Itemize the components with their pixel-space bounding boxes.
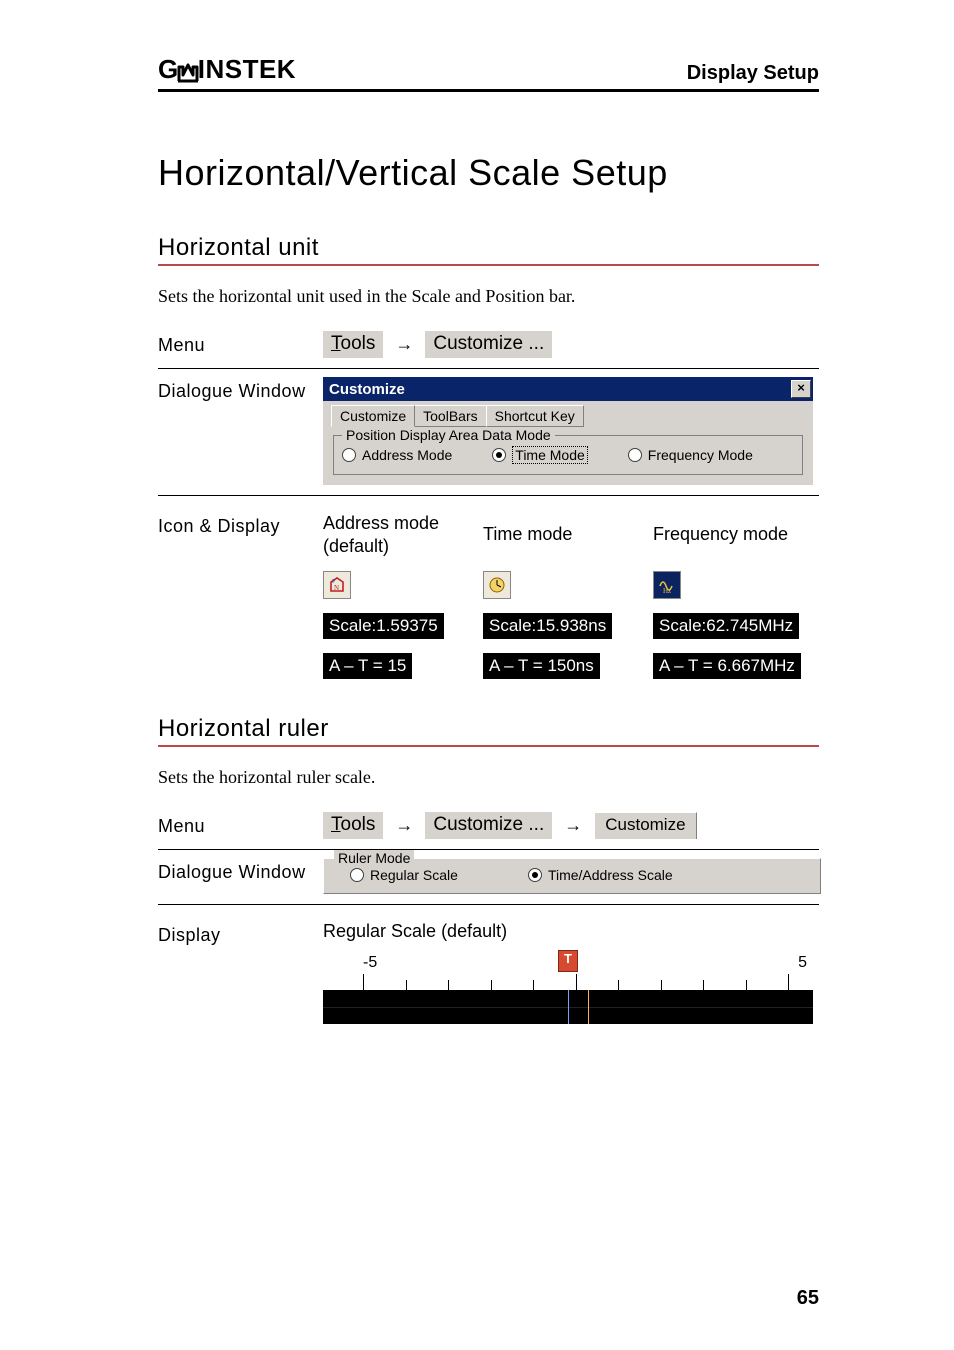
page-header: G INSTEK Display Setup: [158, 54, 819, 92]
dialog-title-text: Customize: [329, 381, 405, 398]
scale-value-address: Scale:1.59375: [323, 613, 444, 639]
radio-icon: [628, 448, 642, 462]
scale-value-time: Scale:15.938ns: [483, 613, 612, 639]
label-dialogue-window: Dialogue Window: [158, 858, 323, 883]
col-time-mode: Time mode: [483, 523, 653, 546]
svg-text:N: N: [334, 584, 339, 592]
label-menu: Menu: [158, 331, 323, 356]
at-value-address: A – T = 15: [323, 653, 412, 679]
heading-horizontal-unit: Horizontal unit: [158, 234, 819, 266]
menu-item-customize[interactable]: Customize ...: [425, 812, 552, 839]
page-title: Horizontal/Vertical Scale Setup: [158, 152, 819, 194]
radio-icon: [342, 448, 356, 462]
ruler-ticks: [323, 972, 813, 990]
close-icon[interactable]: ×: [791, 380, 811, 398]
intro-horizontal-unit: Sets the horizontal unit used in the Sca…: [158, 286, 819, 307]
brand-text: INSTEK: [198, 54, 296, 85]
radio-time-address-scale[interactable]: Time/Address Scale: [528, 867, 673, 883]
section-title: Display Setup: [687, 62, 819, 85]
arrow-icon: →: [395, 334, 413, 355]
ruler-mode-groupbox: Ruler Mode Regular Scale Time/Address Sc…: [323, 858, 821, 894]
time-mode-icon: [483, 571, 511, 599]
display-mode-text: Regular Scale (default): [323, 921, 819, 942]
col-address-mode: Address mode (default): [323, 512, 483, 557]
at-value-frequency: A – T = 6.667MHz: [653, 653, 801, 679]
radio-frequency-mode[interactable]: Frequency Mode: [628, 447, 753, 463]
tab-toolbars[interactable]: ToolBars: [414, 405, 486, 427]
tab-shortcut-key[interactable]: Shortcut Key: [486, 405, 584, 427]
menu-tab-customize[interactable]: Customize: [594, 812, 696, 839]
menu-item-customize[interactable]: Customize ...: [425, 331, 552, 358]
at-value-time: A – T = 150ns: [483, 653, 600, 679]
ruler-waveform-area: [323, 990, 813, 1024]
arrow-icon: →: [564, 815, 582, 836]
menu-item-tools[interactable]: Tools: [323, 331, 383, 358]
label-menu: Menu: [158, 812, 323, 837]
ruler-right-value: 5: [798, 954, 807, 972]
page-number: 65: [797, 1287, 819, 1310]
row-hunit-icon-display: Icon & Display Address mode (default) Ti…: [158, 496, 819, 689]
brand-glyph-icon: [177, 59, 199, 81]
label-display: Display: [158, 921, 323, 946]
arrow-icon: →: [395, 815, 413, 836]
heading-horizontal-ruler: Horizontal ruler: [158, 715, 819, 747]
radio-icon: [492, 448, 506, 462]
ruler-preview: -5 T 5: [323, 952, 813, 1024]
radio-time-mode[interactable]: Time Mode: [492, 446, 588, 464]
row-hunit-dialogue: Dialogue Window Customize × Customize To…: [158, 369, 819, 496]
row-hruler-display: Display Regular Scale (default) -5 T 5: [158, 905, 819, 1034]
dialog-titlebar: Customize ×: [323, 377, 813, 401]
frequency-mode-icon: Hz: [653, 571, 681, 599]
radio-regular-scale[interactable]: Regular Scale: [350, 867, 458, 883]
menu-item-tools[interactable]: Tools: [323, 812, 383, 839]
brand-logo: G INSTEK: [158, 54, 296, 85]
row-hruler-menu: Menu Tools → Customize ... → Customize: [158, 804, 819, 850]
groupbox-position-mode: Position Display Area Data Mode Address …: [333, 435, 803, 475]
svg-text:Hz: Hz: [663, 587, 671, 594]
ruler-left-value: -5: [363, 954, 377, 972]
tab-customize[interactable]: Customize: [331, 405, 415, 427]
customize-dialog: Customize × Customize ToolBars Shortcut …: [323, 377, 813, 485]
radio-icon: [528, 868, 542, 882]
row-hruler-dialogue: Dialogue Window Ruler Mode Regular Scale…: [158, 850, 819, 905]
menu-path-hruler: Tools → Customize ... → Customize: [323, 812, 819, 839]
col-frequency-mode: Frequency mode: [653, 523, 823, 546]
row-hunit-menu: Menu Tools → Customize ...: [158, 323, 819, 369]
groupbox-title: Ruler Mode: [334, 850, 414, 866]
dialog-tabs: Customize ToolBars Shortcut Key: [331, 405, 805, 427]
label-dialogue-window: Dialogue Window: [158, 377, 323, 402]
intro-horizontal-ruler: Sets the horizontal ruler scale.: [158, 767, 819, 788]
brand-g: G: [158, 54, 179, 85]
label-icon-display: Icon & Display: [158, 512, 323, 537]
radio-icon: [350, 868, 364, 882]
groupbox-title: Position Display Area Data Mode: [342, 427, 555, 443]
menu-path-hunit: Tools → Customize ...: [323, 331, 819, 358]
radio-address-mode[interactable]: Address Mode: [342, 447, 452, 463]
trigger-marker-icon: T: [558, 950, 578, 972]
scale-value-frequency: Scale:62.745MHz: [653, 613, 799, 639]
address-mode-icon: NP: [323, 571, 351, 599]
